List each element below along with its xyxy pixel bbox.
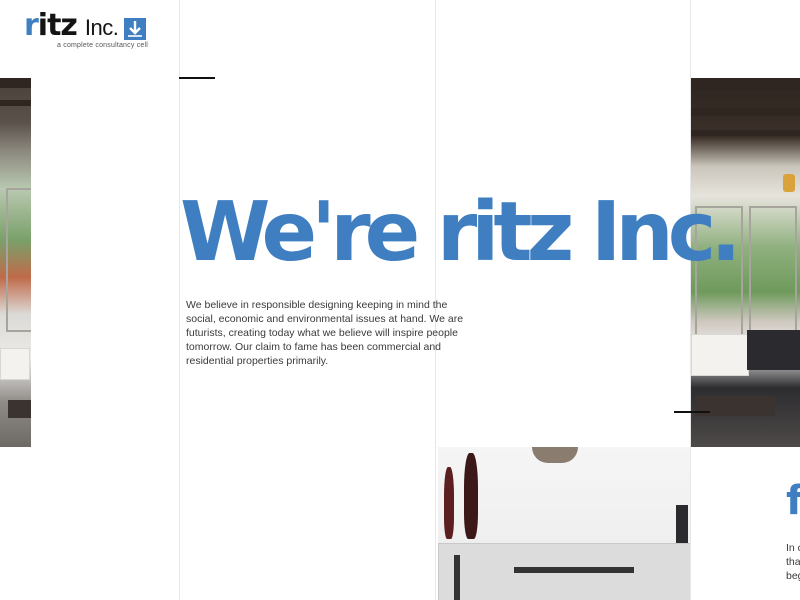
interior-photo-bottom bbox=[438, 447, 690, 600]
site-logo[interactable]: ritz Inc. a complete consultancy cell bbox=[24, 8, 148, 50]
decorative-rule bbox=[179, 77, 215, 79]
logo-tagline: a complete consultancy cell bbox=[57, 42, 148, 49]
lounge-photo-left bbox=[0, 78, 31, 447]
logo-suffix: Inc. bbox=[84, 15, 119, 40]
decorative-rule bbox=[674, 411, 710, 413]
column-divider bbox=[179, 0, 180, 600]
hero-intro-text: We believe in responsible designing keep… bbox=[186, 299, 464, 367]
next-section-heading: f bbox=[786, 478, 800, 524]
down-arrow-box-icon bbox=[124, 18, 147, 40]
hero-headline: We're ritz Inc. bbox=[180, 185, 742, 280]
next-section-text: In c tha beg bbox=[786, 542, 800, 582]
logo-wordmark: ritz bbox=[24, 8, 78, 43]
